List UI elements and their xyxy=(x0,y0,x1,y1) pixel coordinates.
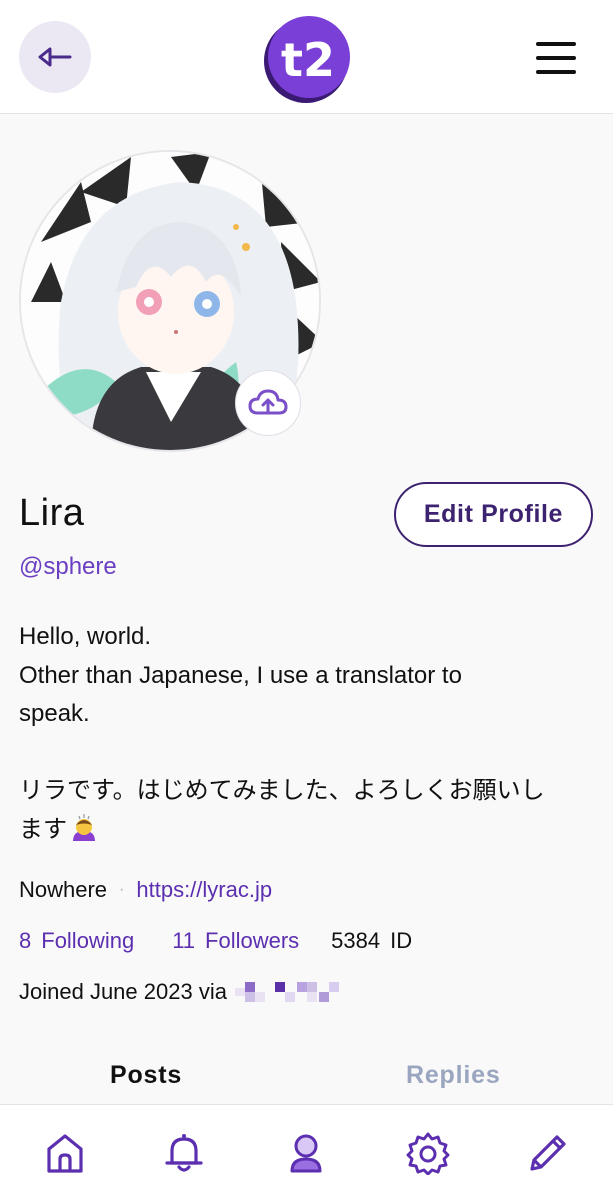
followers-count: 11 xyxy=(172,928,196,953)
back-arrow-icon xyxy=(38,47,72,67)
edit-profile-button[interactable]: Edit Profile xyxy=(394,482,593,547)
upload-avatar-button[interactable] xyxy=(235,370,301,436)
app-logo[interactable]: t2 xyxy=(262,14,352,104)
nav-profile-button[interactable] xyxy=(282,1129,330,1177)
user-handle: @sphere xyxy=(19,553,117,580)
following-label: Following xyxy=(41,928,135,953)
followers-label: Followers xyxy=(205,928,300,953)
profile-icon xyxy=(290,1134,322,1173)
hamburger-menu-icon[interactable] xyxy=(534,36,580,80)
bowing-person-emoji-icon xyxy=(73,813,95,841)
id-stat: 5384 ID xyxy=(331,928,412,954)
home-icon xyxy=(47,1134,83,1173)
profile-bio: Hello, world. Other than Japanese, I use… xyxy=(19,618,589,849)
display-name: Lira xyxy=(19,492,85,534)
cloud-upload-icon xyxy=(248,389,288,415)
bio-line: Hello, world. xyxy=(19,623,152,650)
client-pixel-icon xyxy=(234,982,339,1002)
nav-notifications-button[interactable] xyxy=(160,1129,208,1177)
website-link[interactable]: https://lyrac.jp xyxy=(136,877,272,903)
location-text: Nowhere xyxy=(19,877,108,902)
bottom-navigation xyxy=(0,1104,613,1200)
tab-posts[interactable]: Posts xyxy=(110,1061,182,1090)
id-number: 5384 xyxy=(331,928,381,953)
following-stat[interactable]: 8 Following xyxy=(19,928,134,954)
bio-line xyxy=(19,734,589,773)
location-website-row: Nowhere · https://lyrac.jp xyxy=(19,877,272,903)
stats-row: 8 Following 11 Followers 5384 ID xyxy=(19,928,412,954)
back-button[interactable] xyxy=(19,21,91,93)
nav-home-button[interactable] xyxy=(41,1129,89,1177)
bio-line-last: ます xyxy=(19,811,589,850)
nav-settings-button[interactable] xyxy=(404,1129,452,1177)
bio-line: Other than Japanese, I use a translator … xyxy=(19,661,462,689)
bio-line: リラです。はじめてみました、よろしくお願いし xyxy=(19,777,545,804)
top-header: t2 xyxy=(0,0,613,114)
bio-line-text: ます xyxy=(19,815,67,843)
tab-replies[interactable]: Replies xyxy=(406,1061,501,1090)
separator-dot: · xyxy=(119,881,125,898)
pencil-icon xyxy=(530,1135,566,1171)
bio-line: speak. xyxy=(19,700,90,727)
bell-icon xyxy=(165,1134,203,1172)
gear-icon xyxy=(406,1132,450,1175)
following-count: 8 xyxy=(19,928,32,953)
svg-text:t2: t2 xyxy=(281,33,335,87)
id-label: ID xyxy=(390,928,413,953)
followers-stat[interactable]: 11 Followers xyxy=(172,928,299,954)
joined-row: Joined June 2023 via xyxy=(19,979,339,1005)
nav-compose-button[interactable] xyxy=(524,1129,572,1177)
joined-text: Joined June 2023 via xyxy=(19,979,227,1004)
